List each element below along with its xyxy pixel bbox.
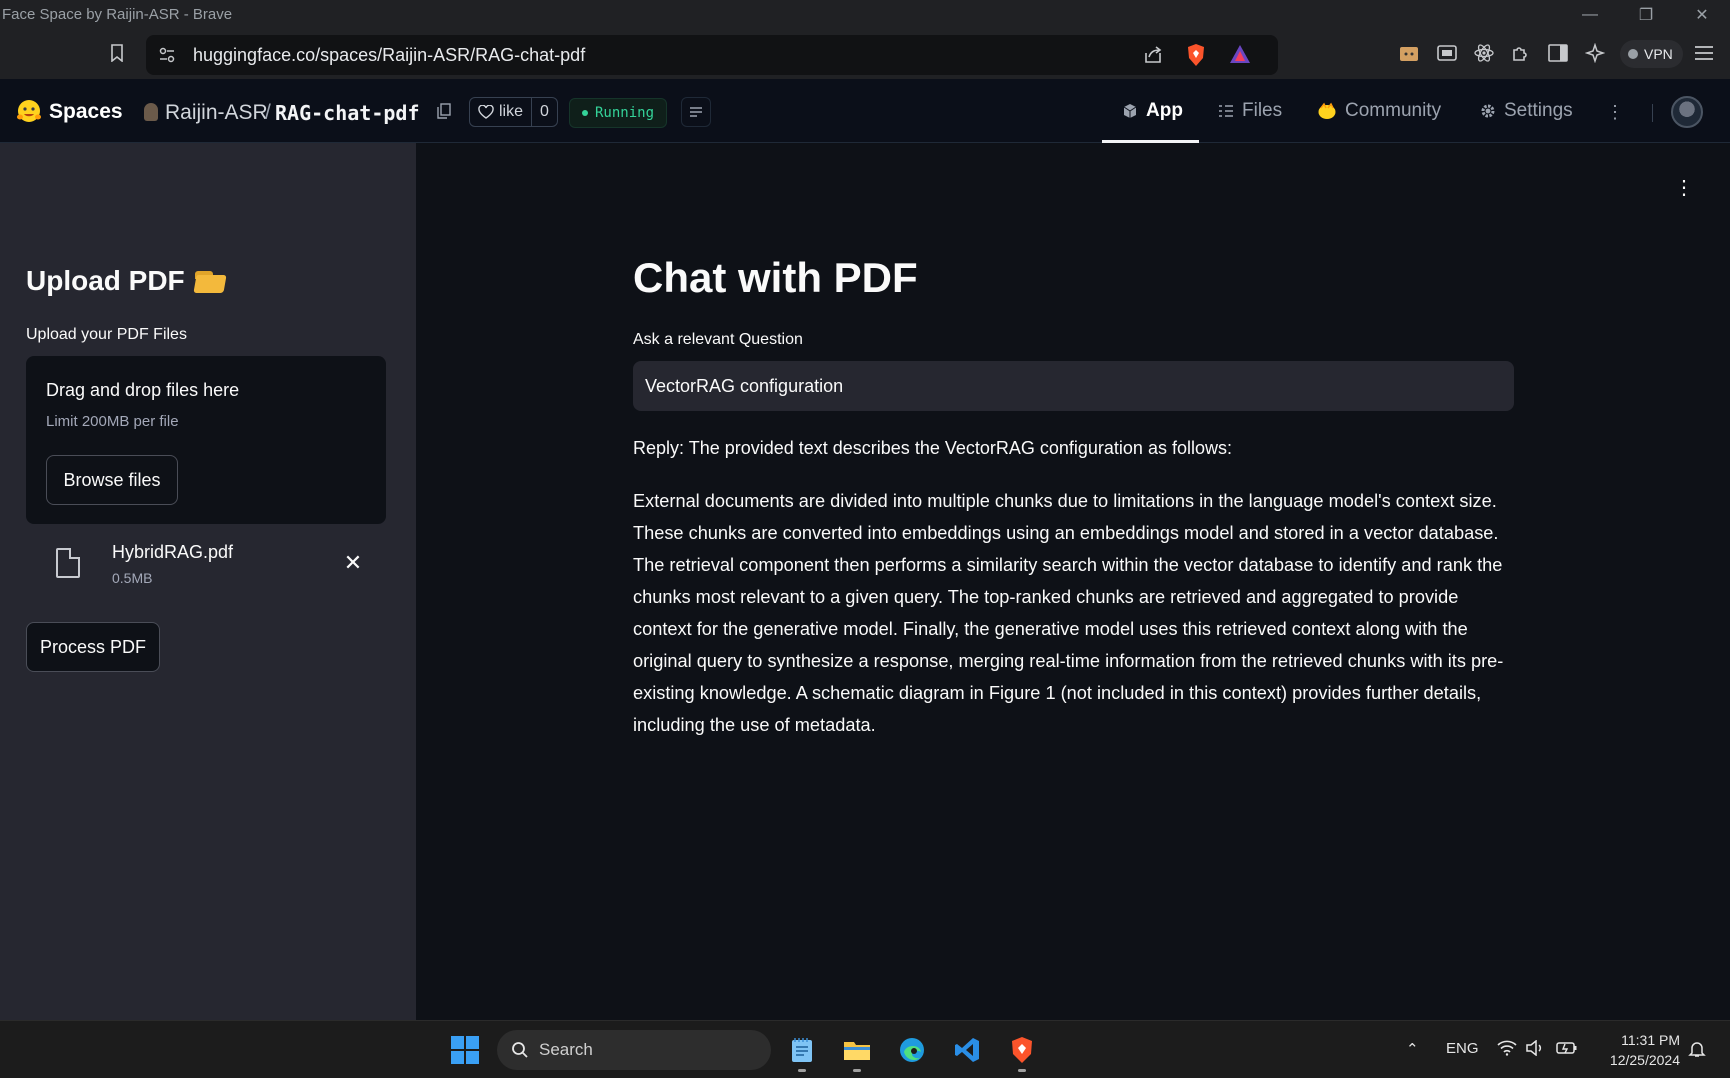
brave-shields-icon[interactable] <box>1186 43 1206 72</box>
tab-settings-label: Settings <box>1504 100 1573 121</box>
status-label: Running <box>595 105 655 121</box>
user-avatar[interactable] <box>1671 96 1703 128</box>
address-bar[interactable]: huggingface.co/spaces/Raijin-ASR/RAG-cha… <box>146 35 1278 75</box>
cube-icon <box>1123 104 1137 118</box>
uploaded-file-name: HybridRAG.pdf <box>112 542 234 562</box>
picture-in-picture-icon[interactable] <box>1434 40 1460 66</box>
process-pdf-button[interactable]: Process PDF <box>26 622 160 672</box>
bookmark-icon[interactable] <box>104 40 130 66</box>
page-title: Chat with PDF <box>633 254 918 301</box>
reply-body: External documents are divided into mult… <box>633 491 1504 735</box>
browse-files-button[interactable]: Browse files <box>46 455 178 505</box>
vpn-label: VPN <box>1644 46 1673 62</box>
tab-app[interactable]: App <box>1122 100 1183 122</box>
reply-intro: Reply: The provided text describes the V… <box>633 438 1232 458</box>
dropzone-instruction: Drag and drop files here <box>46 380 240 400</box>
url-text: huggingface.co/spaces/Raijin-ASR/RAG-cha… <box>193 45 586 65</box>
remove-file-close-icon[interactable]: ✕ <box>340 550 366 576</box>
taskbar-search[interactable]: Search <box>497 1030 771 1070</box>
like-button[interactable]: like 0 <box>469 97 558 127</box>
sidebar-title-text: Upload PDF <box>26 265 185 296</box>
header-divider <box>1652 104 1653 122</box>
menu-icon[interactable] <box>1691 40 1717 66</box>
search-icon <box>512 1042 528 1058</box>
like-toggle[interactable]: like <box>470 98 533 126</box>
brave-app-icon[interactable] <box>1006 1034 1038 1072</box>
list-icon <box>690 107 702 117</box>
status-dot-icon <box>582 110 588 116</box>
close-window-button[interactable]: ✕ <box>1674 0 1730 29</box>
window-title: Face Space by Raijin-ASR - Brave <box>2 6 233 23</box>
brave-rewards-icon[interactable] <box>1229 44 1251 69</box>
spaces-link[interactable]: Spaces <box>49 100 123 124</box>
vpn-status-icon <box>1628 49 1638 59</box>
edge-app-icon[interactable] <box>896 1034 928 1066</box>
community-icon <box>1318 102 1336 119</box>
notepad-app-icon[interactable] <box>786 1034 818 1072</box>
clock-date: 12/25/2024 <box>1609 1052 1680 1068</box>
like-count[interactable]: 0 <box>532 103 557 121</box>
tab-community[interactable]: Community <box>1317 100 1441 122</box>
site-settings-icon[interactable] <box>158 46 176 69</box>
tab-files[interactable]: Files <box>1218 100 1282 122</box>
language-indicator[interactable]: ENG <box>1446 1040 1479 1057</box>
system-clock[interactable]: 11:31 PM 12/25/2024 <box>1598 1030 1680 1070</box>
notifications-bell-icon[interactable] <box>1688 1040 1706 1062</box>
clock-time: 11:31 PM <box>1621 1032 1680 1048</box>
share-icon[interactable] <box>1143 45 1163 70</box>
like-label: like <box>499 103 524 120</box>
hugging-face-logo-icon[interactable] <box>16 99 42 129</box>
tray-overflow-chevron-icon[interactable]: ⌃ <box>1406 1040 1419 1058</box>
react-devtools-icon[interactable] <box>1471 40 1497 66</box>
tab-settings[interactable]: Settings <box>1480 100 1573 122</box>
repo-name-link[interactable]: RAG-chat-pdf <box>275 101 420 125</box>
app-menu-icon[interactable]: ⋮ <box>1674 174 1694 200</box>
extension-cat-icon[interactable] <box>1396 40 1422 66</box>
dropzone-limit: Limit 200MB per file <box>46 413 179 430</box>
heart-icon <box>478 105 494 119</box>
copy-icon[interactable] <box>437 103 453 121</box>
tab-files-label: Files <box>1242 100 1283 121</box>
sidebar-title: Upload PDF <box>26 265 227 297</box>
file-icon <box>56 548 80 578</box>
question-label: Ask a relevant Question <box>633 331 803 348</box>
window-titlebar: Face Space by Raijin-ASR - Brave <box>0 0 1730 29</box>
owner-avatar <box>144 103 158 121</box>
battery-icon[interactable] <box>1556 1040 1578 1060</box>
leo-ai-icon[interactable] <box>1582 40 1608 66</box>
logs-button[interactable] <box>681 97 711 127</box>
upload-label: Upload your PDF Files <box>26 326 187 343</box>
vscode-app-icon[interactable] <box>951 1034 983 1066</box>
more-options-icon[interactable]: ⋮ <box>1600 97 1630 127</box>
question-input[interactable] <box>633 361 1514 411</box>
files-icon <box>1219 105 1233 117</box>
tab-app-label: App <box>1146 100 1183 121</box>
sidebar-toggle-icon[interactable] <box>1545 40 1571 66</box>
folder-icon <box>193 269 227 293</box>
tab-community-label: Community <box>1345 100 1442 121</box>
uploaded-file-size: 0.5MB <box>112 570 153 586</box>
status-badge[interactable]: Running <box>569 98 668 128</box>
windows-start-icon[interactable] <box>451 1036 479 1064</box>
extensions-icon[interactable] <box>1508 40 1534 66</box>
gear-icon <box>1481 104 1495 118</box>
file-explorer-app-icon[interactable] <box>841 1034 873 1072</box>
taskbar-search-label: Search <box>539 1040 593 1059</box>
restore-button[interactable]: ❐ <box>1618 0 1674 29</box>
owner-link[interactable]: Raijin-ASR <box>165 101 268 125</box>
vpn-button[interactable]: VPN <box>1620 40 1683 68</box>
wifi-icon[interactable] <box>1497 1040 1517 1060</box>
volume-icon[interactable] <box>1526 1039 1544 1060</box>
path-separator: / <box>265 101 271 124</box>
minimize-button[interactable]: — <box>1562 0 1618 29</box>
